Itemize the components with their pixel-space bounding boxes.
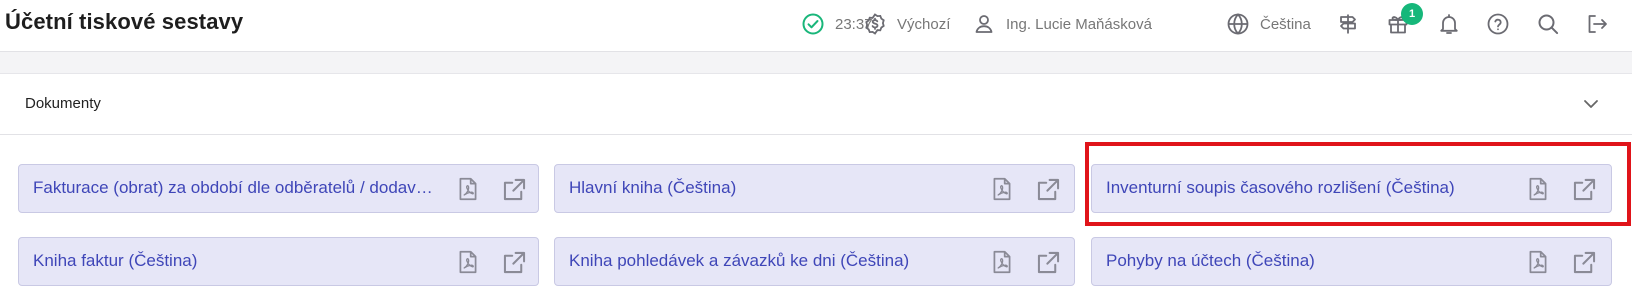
user-icon [971, 11, 997, 37]
globe-icon [1225, 11, 1251, 37]
external-link-icon[interactable] [1571, 249, 1598, 276]
report-label: Kniha faktur (Čeština) [33, 251, 198, 270]
logout-icon [1584, 11, 1610, 37]
report-label: Inventurní soupis časového rozlišení (Če… [1106, 178, 1455, 197]
report-label: Kniha pohledávek a závazků ke dni (Češti… [569, 251, 910, 270]
external-link-icon[interactable] [1571, 176, 1598, 203]
notifications-button[interactable] [1436, 0, 1462, 48]
signpost-button[interactable] [1335, 0, 1361, 48]
report-card[interactable]: Inventurní soupis časového rozlišení (Če… [1091, 164, 1612, 213]
external-link-icon[interactable] [1035, 249, 1062, 276]
report-label: Hlavní kniha (Čeština) [569, 178, 737, 197]
page-title: Účetní tiskové sestavy [5, 9, 244, 34]
help-circle-icon [1485, 11, 1511, 37]
report-card[interactable]: Kniha faktur (Čeština) [18, 237, 539, 286]
report-label: Fakturace (obrat) za období dle odběrate… [33, 178, 433, 197]
report-card[interactable]: Pohyby na účtech (Čeština) [1091, 237, 1612, 286]
pdf-icon[interactable] [455, 176, 481, 202]
language-selector[interactable]: Čeština [1225, 0, 1311, 48]
pdf-icon[interactable] [989, 176, 1015, 202]
report-card[interactable]: Hlavní kniha (Čeština) [554, 164, 1075, 213]
report-label: Pohyby na účtech (Čeština) [1106, 251, 1315, 270]
signpost-icon [1335, 11, 1361, 37]
top-bar: Účetní tiskové sestavy 23:37 Výchozí Ing… [0, 0, 1632, 52]
report-card[interactable]: Fakturace (obrat) za období dle odběrate… [18, 164, 539, 213]
user-menu[interactable]: Ing. Lucie Maňásková [971, 0, 1152, 48]
help-button[interactable] [1485, 0, 1511, 48]
currency-selector[interactable]: Výchozí [862, 0, 950, 48]
language-label: Čeština [1260, 15, 1311, 33]
user-name: Ing. Lucie Maňásková [1006, 15, 1152, 33]
logout-button[interactable] [1584, 0, 1610, 48]
external-link-icon[interactable] [1035, 176, 1062, 203]
currency-label: Výchozí [897, 15, 951, 33]
external-link-icon[interactable] [501, 176, 528, 203]
external-link-icon[interactable] [501, 249, 528, 276]
search-icon [1535, 11, 1561, 37]
pdf-icon[interactable] [1525, 249, 1551, 275]
pdf-icon[interactable] [1525, 176, 1551, 202]
chevron-down-icon[interactable] [1579, 92, 1603, 116]
pdf-icon[interactable] [989, 249, 1015, 275]
dollar-badge-icon [862, 11, 888, 37]
bell-icon [1436, 11, 1462, 37]
search-button[interactable] [1535, 0, 1561, 48]
report-card[interactable]: Kniha pohledávek a závazků ke dni (Češti… [554, 237, 1075, 286]
check-circle-icon [800, 11, 826, 37]
documents-panel-header[interactable]: Dokumenty [0, 74, 1632, 135]
pdf-icon[interactable] [455, 249, 481, 275]
notification-count-badge: 1 [1401, 3, 1423, 25]
panel-title: Dokumenty [25, 95, 101, 112]
